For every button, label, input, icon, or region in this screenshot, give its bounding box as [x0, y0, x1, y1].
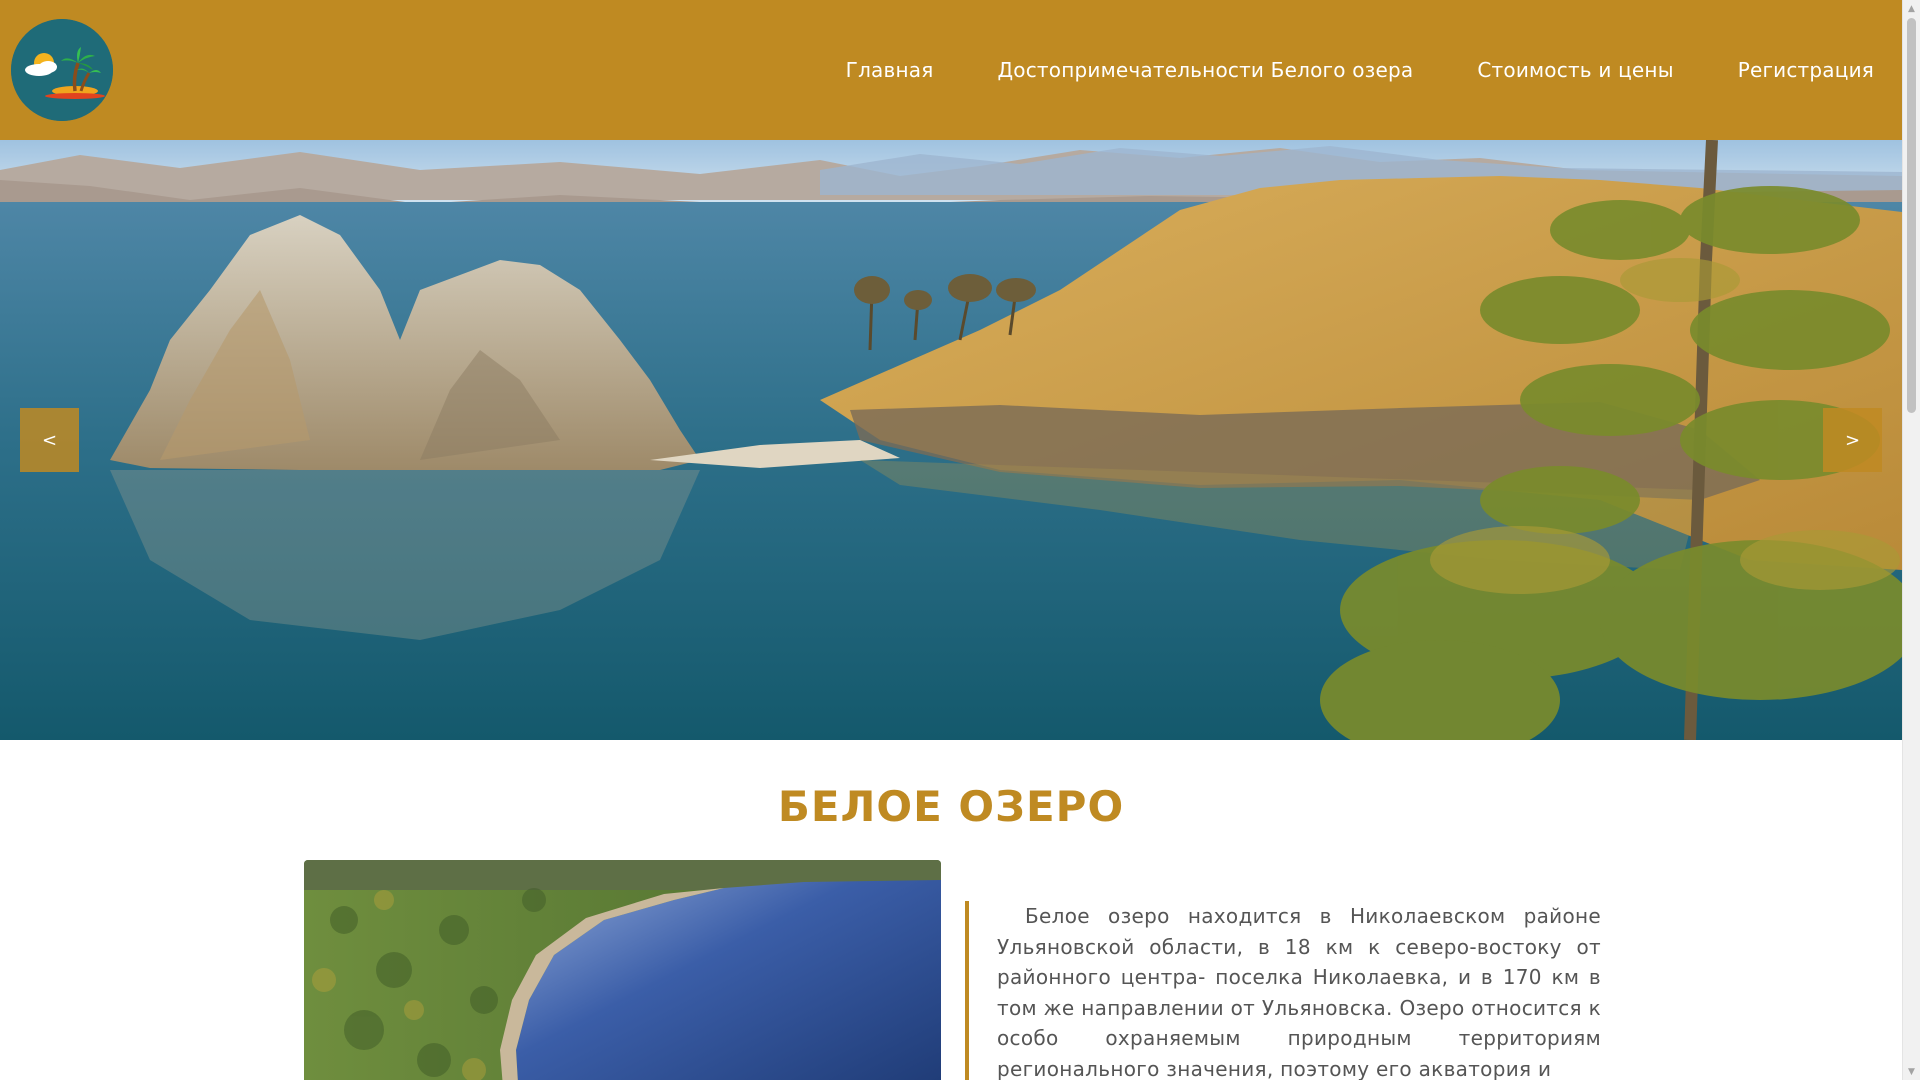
site-header: Главная Достопримечательности Белого озе…: [0, 0, 1902, 140]
nav-attractions[interactable]: Достопримечательности Белого озера: [997, 58, 1413, 82]
page-scrollbar[interactable]: ▲ ▼: [1902, 0, 1920, 1080]
page: Главная Достопримечательности Белого озе…: [0, 0, 1920, 1080]
logo[interactable]: [11, 19, 113, 121]
nav-registration[interactable]: Регистрация: [1738, 58, 1874, 82]
slider-next-button[interactable]: >: [1823, 408, 1882, 472]
lake-photo: [304, 860, 941, 1080]
hero-image: [0, 140, 1902, 740]
hero-slider: < >: [0, 140, 1902, 740]
scroll-up-icon[interactable]: ▲: [1903, 0, 1920, 17]
main-nav: Главная Достопримечательности Белого озе…: [846, 0, 1874, 140]
slider-prev-button[interactable]: <: [20, 408, 79, 472]
palm-island-icon: [11, 19, 113, 121]
section-title: БЕЛОЕ ОЗЕРО: [777, 782, 1125, 831]
description-text: Белое озеро находится в Николаевском рай…: [997, 904, 1601, 1080]
scroll-thumb[interactable]: [1907, 18, 1916, 413]
nav-prices[interactable]: Стоимость и цены: [1477, 58, 1673, 82]
aerial-lake-image: [304, 860, 941, 1080]
nav-home[interactable]: Главная: [846, 58, 934, 82]
scroll-down-icon[interactable]: ▼: [1903, 1063, 1920, 1080]
description-block: Белое озеро находится в Николаевском рай…: [965, 901, 1601, 1080]
